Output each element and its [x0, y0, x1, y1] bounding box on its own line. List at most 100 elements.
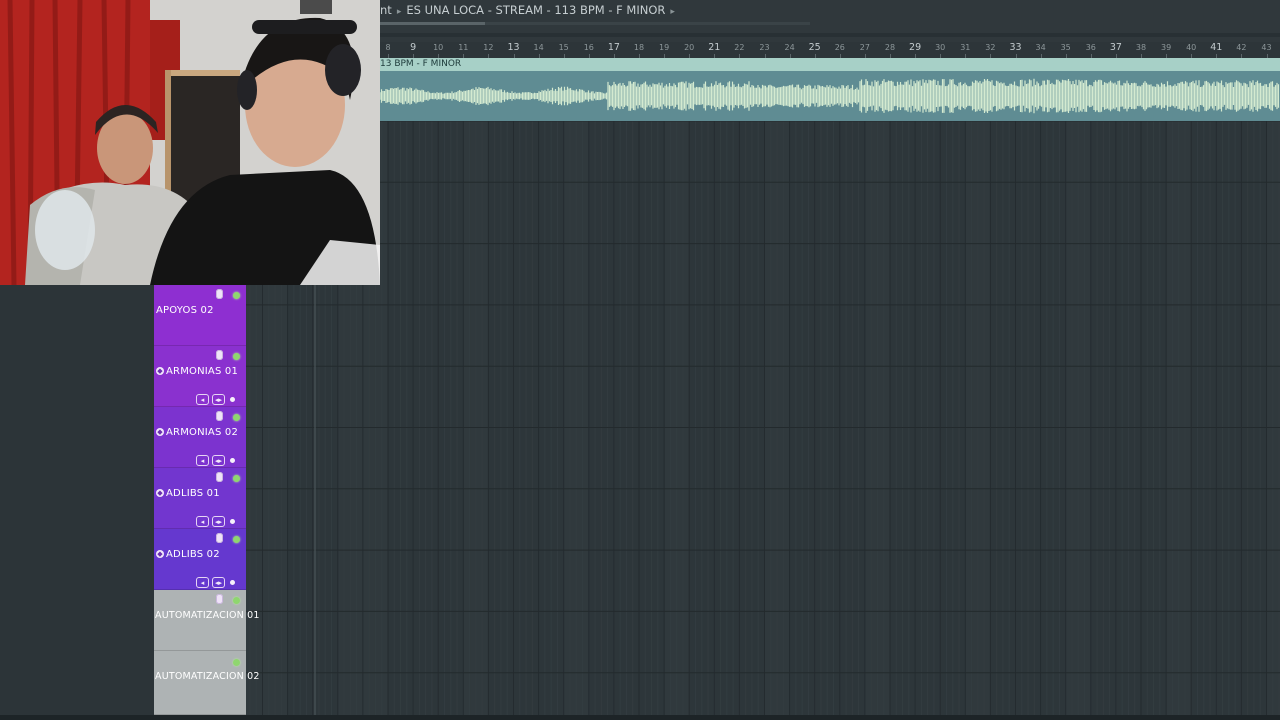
waveform-path — [380, 78, 1280, 114]
mic-icon[interactable] — [216, 411, 223, 421]
ruler-bar-26[interactable]: 26 — [835, 43, 845, 52]
ruler-bar-40[interactable]: 40 — [1186, 43, 1196, 52]
track-enable-led[interactable] — [233, 659, 240, 666]
ruler-bar-24[interactable]: 24 — [785, 43, 795, 52]
ruler-bar-37[interactable]: 37 — [1110, 42, 1122, 53]
audio-clip[interactable]: 13 BPM - F MINOR — [380, 58, 1280, 121]
bar-ruler[interactable]: 8 9 10 11 12 13 14 15 16 17 18 19 20 21 22 23 24 25 26 27 28… — [380, 42, 1280, 58]
ruler-bar-12[interactable]: 12 — [483, 43, 493, 52]
ruler-bar-15[interactable]: 15 — [559, 43, 569, 52]
track-header-automatizacion-02[interactable]: AUTOMATIZACION 02 — [154, 651, 259, 715]
ruler-bar-13[interactable]: 13 — [507, 42, 519, 53]
mic-icon[interactable] — [216, 289, 223, 299]
ruler-bar-38[interactable]: 38 — [1136, 43, 1146, 52]
track-link-button[interactable]: ◂▸ — [212, 577, 225, 588]
track-route-button[interactable]: ◂ — [196, 394, 209, 405]
waveform — [380, 78, 1280, 114]
breadcrumb-prefix: nt — [380, 3, 392, 17]
ruler-bar-42[interactable]: 42 — [1236, 43, 1246, 52]
ruler-bar-18[interactable]: 18 — [634, 43, 644, 52]
ruler-bar-20[interactable]: 20 — [684, 43, 694, 52]
track-pin-icon: ◆ — [156, 489, 164, 497]
ruler-bar-9[interactable]: 9 — [410, 42, 416, 53]
track-enable-led[interactable] — [233, 414, 240, 421]
ruler-bar-23[interactable]: 23 — [759, 43, 769, 52]
webcam-overlay — [0, 0, 380, 285]
track-name: AUTOMATIZACION 02 — [155, 671, 260, 682]
ruler-bar-21[interactable]: 21 — [708, 42, 720, 53]
ruler-bar-27[interactable]: 27 — [860, 43, 870, 52]
track-pin-icon: ◆ — [156, 550, 164, 558]
grid-lines — [246, 121, 1280, 715]
track-size-dot[interactable] — [230, 580, 235, 585]
track-route-button[interactable]: ◂ — [196, 577, 209, 588]
ruler-bar-32[interactable]: 32 — [985, 43, 995, 52]
ruler-bar-17[interactable]: 17 — [608, 42, 620, 53]
track-enable-led[interactable] — [233, 475, 240, 482]
ruler-bar-31[interactable]: 31 — [960, 43, 970, 52]
track-header-adlibs-02[interactable]: ◆ ADLIBS 02 ◂ ◂▸ — [154, 529, 246, 590]
ruler-bar-16[interactable]: 16 — [584, 43, 594, 52]
ruler-bar-28[interactable]: 28 — [885, 43, 895, 52]
track-pin-icon: ◆ — [156, 367, 164, 375]
track-enable-led[interactable] — [233, 353, 240, 360]
track-name: ◆ ADLIBS 01 — [156, 488, 220, 499]
horizontal-scrollbar[interactable] — [380, 22, 810, 25]
breadcrumb-separator-icon: ▸ — [396, 7, 402, 17]
ruler-bar-22[interactable]: 22 — [734, 43, 744, 52]
track-header-adlibs-01[interactable]: ◆ ADLIBS 01 ◂ ◂▸ — [154, 468, 246, 529]
track-pin-icon: ◆ — [156, 428, 164, 436]
ruler-bar-19[interactable]: 19 — [659, 43, 669, 52]
track-enable-led[interactable] — [233, 292, 240, 299]
track-name: ◆ ARMONIAS 02 — [156, 427, 239, 438]
track-link-button[interactable]: ◂▸ — [212, 455, 225, 466]
track-enable-led[interactable] — [233, 536, 240, 543]
track-headers: APOYOS 02 ◆ ARMONIAS 01 ◂ ◂▸ ◆ ARMONIAS 02… — [154, 285, 259, 715]
ruler-bar-30[interactable]: 30 — [935, 43, 945, 52]
breadcrumb-arrow-icon[interactable]: ▸ — [670, 7, 675, 17]
ruler-bar-39[interactable]: 39 — [1161, 43, 1171, 52]
mic-icon[interactable] — [216, 594, 223, 604]
audio-clip-header[interactable]: 13 BPM - F MINOR — [380, 58, 1280, 71]
track-header-automatizacion-01[interactable]: AUTOMATIZACION 01 — [154, 590, 259, 651]
mic-icon[interactable] — [216, 533, 223, 543]
track-link-button[interactable]: ◂▸ — [212, 516, 225, 527]
ruler-bar-25[interactable]: 25 — [809, 42, 821, 53]
track-header-apoyos-02[interactable]: APOYOS 02 — [154, 285, 246, 346]
project-title[interactable]: ES UNA LOCA - STREAM - 113 BPM - F MINOR — [406, 3, 665, 17]
bottom-scrollbar[interactable] — [0, 715, 1280, 720]
track-header-armonias-01[interactable]: ◆ ARMONIAS 01 ◂ ◂▸ — [154, 346, 246, 407]
timeline-overview-bar[interactable] — [380, 33, 1280, 37]
ruler-bar-33[interactable]: 33 — [1009, 42, 1021, 53]
track-size-dot[interactable] — [230, 519, 235, 524]
ruler-bar-29[interactable]: 29 — [909, 42, 921, 53]
track-enable-led[interactable] — [233, 597, 240, 604]
ruler-bar-14[interactable]: 14 — [534, 43, 544, 52]
track-name: ◆ ARMONIAS 01 — [156, 366, 239, 377]
scrollbar-thumb[interactable] — [380, 22, 485, 25]
ruler-bar-35[interactable]: 35 — [1061, 43, 1071, 52]
track-size-dot[interactable] — [230, 458, 235, 463]
track-name: ◆ ADLIBS 02 — [156, 549, 220, 560]
ruler-bar-41[interactable]: 41 — [1210, 42, 1222, 53]
webcam-video — [0, 0, 380, 285]
mic-icon[interactable] — [216, 350, 223, 360]
audio-clip-label: 13 BPM - F MINOR — [380, 59, 462, 69]
breadcrumb: nt ▸ ES UNA LOCA - STREAM - 113 BPM - F MI… — [380, 2, 680, 18]
picker-panel — [0, 285, 155, 715]
ruler-bar-10[interactable]: 10 — [433, 43, 443, 52]
track-route-button[interactable]: ◂ — [196, 516, 209, 527]
track-header-armonias-02[interactable]: ◆ ARMONIAS 02 ◂ ◂▸ — [154, 407, 246, 468]
ruler-bar-11[interactable]: 11 — [458, 43, 468, 52]
playlist-grid[interactable] — [246, 121, 1280, 715]
ruler-bar-8[interactable]: 8 — [385, 43, 390, 52]
track-link-button[interactable]: ◂▸ — [212, 394, 225, 405]
track-name: AUTOMATIZACION 01 — [155, 610, 260, 621]
ruler-bar-34[interactable]: 34 — [1036, 43, 1046, 52]
ruler-bar-43[interactable]: 43 — [1261, 43, 1271, 52]
mic-icon[interactable] — [216, 472, 223, 482]
track-size-dot[interactable] — [230, 397, 235, 402]
track-route-button[interactable]: ◂ — [196, 455, 209, 466]
track-name: APOYOS 02 — [156, 305, 214, 316]
ruler-bar-36[interactable]: 36 — [1086, 43, 1096, 52]
